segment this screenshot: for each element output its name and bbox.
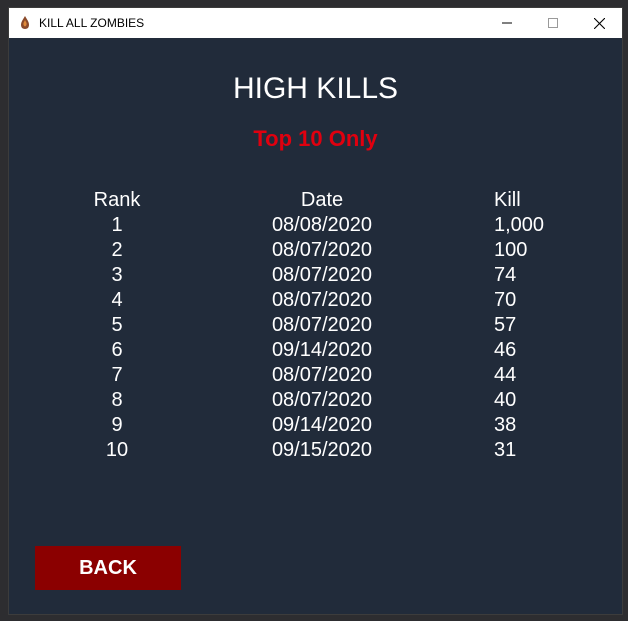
kill-cell: 40 — [494, 389, 517, 411]
kill-cell: 38 — [494, 414, 517, 436]
page-title: HIGH KILLS — [232, 72, 399, 105]
date-cell: 08/08/2020 — [271, 214, 373, 236]
minimize-button[interactable] — [484, 8, 530, 38]
rank-cell: 5 — [111, 314, 123, 336]
date-cell: 09/14/2020 — [271, 339, 373, 361]
rank-header: Rank — [93, 189, 141, 211]
date-cell: 08/07/2020 — [271, 364, 373, 386]
kill-cell: 70 — [494, 289, 517, 311]
rank-cell: 7 — [111, 364, 123, 386]
rank-cell: 3 — [111, 264, 123, 286]
close-icon — [593, 17, 605, 29]
kill-cell: 31 — [494, 439, 517, 461]
kill-cell: 57 — [494, 314, 517, 336]
date-cell: 08/07/2020 — [271, 314, 373, 336]
rank-cell: 1 — [111, 214, 123, 236]
kill-cell: 46 — [494, 339, 517, 361]
date-cell: 09/14/2020 — [271, 414, 373, 436]
minimize-icon — [502, 22, 512, 24]
date-cell: 09/15/2020 — [271, 439, 373, 461]
title-bar[interactable]: KILL ALL ZOMBIES — [9, 8, 622, 38]
zombie-app-icon — [17, 15, 33, 31]
kill-cell: 74 — [494, 264, 517, 286]
kill-cell: 100 — [494, 239, 528, 261]
rank-cell: 4 — [111, 289, 123, 311]
maximize-icon — [548, 18, 558, 28]
date-cell: 08/07/2020 — [271, 264, 373, 286]
date-cell: 08/07/2020 — [271, 239, 373, 261]
app-window: KILL ALL ZOMBIES HIGH KILLS Top 10 Only … — [9, 8, 622, 614]
date-header: Date — [300, 189, 344, 211]
game-screen: HIGH KILLS Top 10 Only Rank 1 2 3 4 5 6 … — [9, 38, 622, 614]
date-cell: 08/07/2020 — [271, 389, 373, 411]
window-title: KILL ALL ZOMBIES — [39, 16, 145, 30]
rank-cell: 2 — [111, 239, 123, 261]
rank-column: Rank 1 2 3 4 5 6 7 8 9 10 — [67, 188, 167, 463]
kill-cell: 1,000 — [494, 214, 545, 236]
rank-cell: 6 — [111, 339, 123, 361]
date-column: Date 08/08/2020 08/07/2020 08/07/2020 08… — [242, 188, 402, 463]
date-cell: 08/07/2020 — [271, 289, 373, 311]
rank-cell: 9 — [111, 414, 123, 436]
close-button[interactable] — [576, 8, 622, 38]
rank-cell: 10 — [105, 439, 129, 461]
kill-header: Kill — [494, 189, 521, 211]
kill-cell: 44 — [494, 364, 517, 386]
maximize-button[interactable] — [530, 8, 576, 38]
rank-cell: 8 — [111, 389, 123, 411]
back-button[interactable]: BACK — [35, 546, 181, 590]
page-subtitle: Top 10 Only — [253, 126, 378, 151]
kill-column: Kill 1,000 100 74 70 57 46 44 40 38 31 — [494, 188, 594, 463]
